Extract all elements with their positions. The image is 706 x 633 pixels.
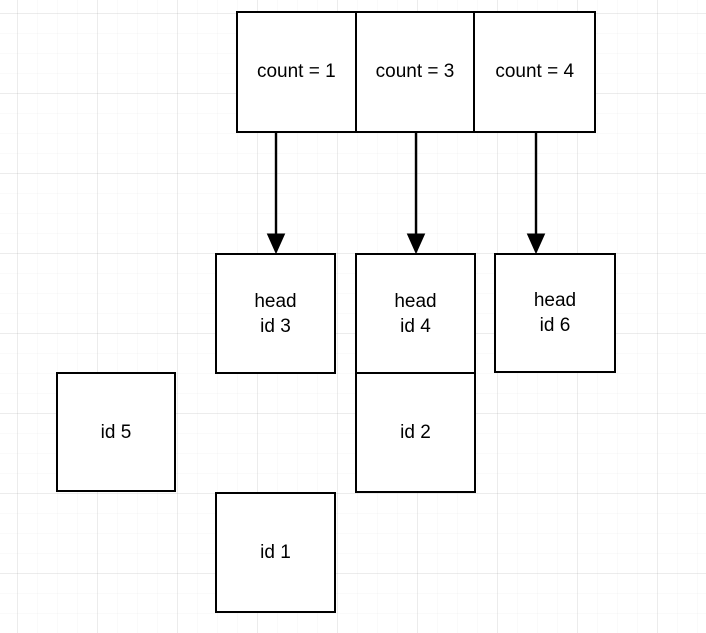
arrow-to-head-id-4 [406,133,426,255]
count-cell-1[interactable]: count = 1 [238,13,357,131]
node-id-1[interactable]: id 1 [215,492,336,613]
count-cell-2[interactable]: count = 3 [357,13,476,131]
node-head-id-3[interactable]: head id 3 [215,253,336,374]
count-cell-3[interactable]: count = 4 [475,13,594,131]
node-head-id-4[interactable]: head id 4 [357,255,474,374]
arrow-to-head-id-3 [266,133,286,255]
node-id-2[interactable]: id 2 [357,374,474,491]
count-row: count = 1 count = 3 count = 4 [236,11,596,133]
node-id-5[interactable]: id 5 [56,372,176,492]
diagram-canvas: count = 1 count = 3 count = 4 head id 3 … [0,0,706,633]
node-stack-column-2: head id 4 id 2 [355,253,476,493]
arrow-to-head-id-6 [526,133,546,255]
node-head-id-6[interactable]: head id 6 [494,253,616,373]
